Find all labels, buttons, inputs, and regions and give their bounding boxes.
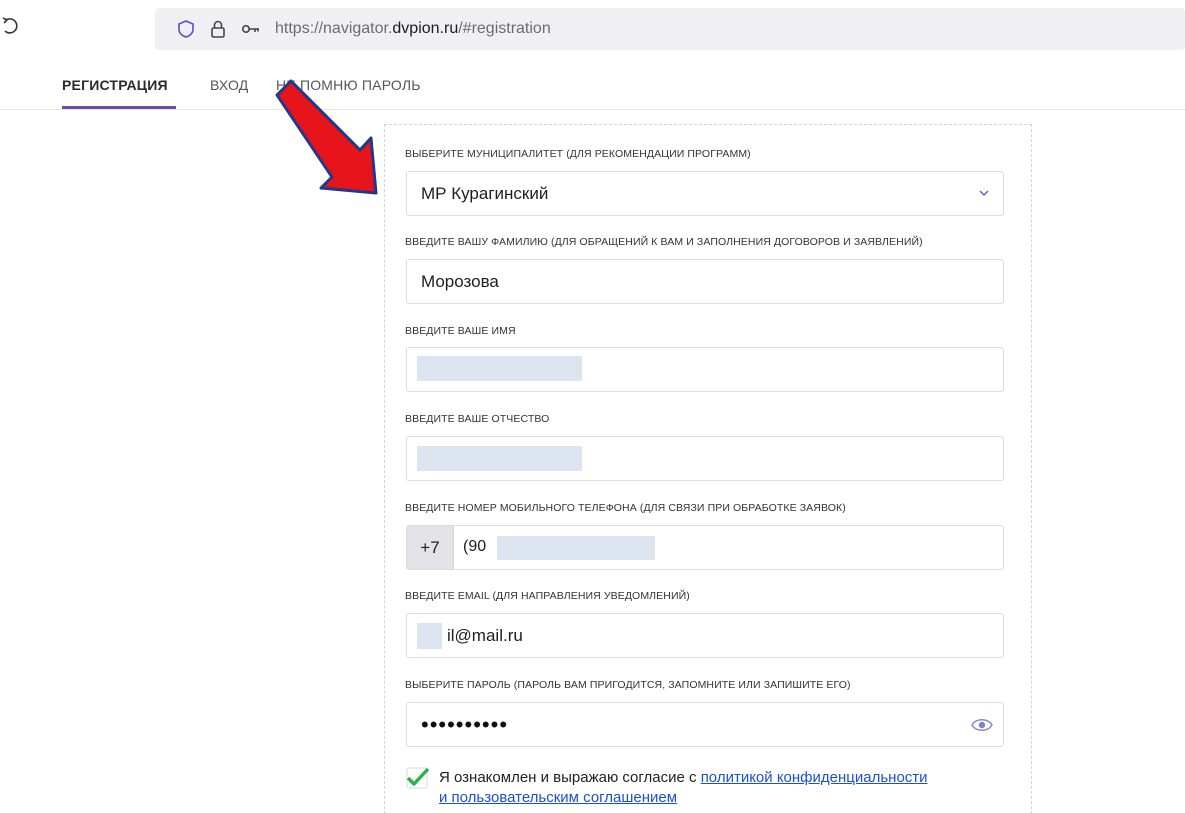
tab-forgot-password[interactable]: НЕ ПОМНЮ ПАРОЛЬ [276, 74, 421, 98]
active-tab-indicator [62, 106, 176, 109]
redacted-patronymic [417, 446, 582, 471]
tab-registration[interactable]: РЕГИСТРАЦИЯ [62, 74, 168, 98]
password-input[interactable]: •••••••••• [406, 702, 1004, 747]
email-label: ВВЕДИТЕ EMAIL (ДЛЯ НАПРАВЛЕНИЯ УВЕДОМЛЕН… [405, 590, 690, 602]
phone-input[interactable]: +7 (90 [406, 525, 1004, 570]
patronymic-input[interactable] [406, 436, 1004, 481]
tab-login[interactable]: ВХОД [210, 74, 248, 98]
name-label: ВВЕДИТЕ ВАШЕ ИМЯ [405, 325, 516, 337]
password-value: •••••••••• [421, 712, 509, 737]
surname-label: ВВЕДИТЕ ВАШУ ФАМИЛИЮ (ДЛЯ ОБРАЩЕНИЙ К ВА… [405, 236, 923, 248]
redacted-email-start [417, 623, 442, 649]
surname-input[interactable]: Морозова [406, 259, 1004, 304]
email-input[interactable]: il@mail.ru [406, 613, 1004, 658]
phone-label: ВВЕДИТЕ НОМЕР МОБИЛЬНОГО ТЕЛЕФОНА (ДЛЯ С… [405, 502, 846, 514]
email-value: il@mail.ru [447, 626, 523, 645]
patronymic-label: ВВЕДИТЕ ВАШЕ ОТЧЕСТВО [405, 413, 550, 425]
browser-address-bar: https://navigator.dvpion.ru/#registratio… [0, 0, 1185, 54]
user-agreement-link[interactable]: и пользовательским соглашением [439, 789, 677, 806]
name-input[interactable] [406, 347, 1004, 392]
consent-text: Я ознакомлен и выражаю согласие с полити… [439, 769, 928, 806]
auth-tabs: РЕГИСТРАЦИЯ ВХОД НЕ ПОМНЮ ПАРОЛЬ [0, 62, 1185, 110]
lock-icon[interactable] [208, 19, 228, 39]
redacted-phone [497, 536, 655, 560]
redacted-name [417, 356, 582, 381]
phone-country-code: +7 [407, 526, 454, 569]
url-field[interactable]: https://navigator.dvpion.ru/#registratio… [155, 8, 1185, 50]
key-icon[interactable] [241, 19, 261, 39]
surname-value: Морозова [421, 272, 499, 291]
phone-value: (90 [463, 538, 487, 555]
eye-icon[interactable] [971, 716, 993, 734]
password-label: ВЫБЕРИТЕ ПАРОЛЬ (ПАРОЛЬ ВАМ ПРИГОДИТСЯ, … [405, 679, 851, 691]
checkmark-icon[interactable] [406, 766, 430, 790]
shield-icon[interactable] [176, 19, 196, 39]
url-text: https://navigator.dvpion.ru/#registratio… [275, 20, 551, 37]
municipality-value: МР Курагинский [421, 184, 549, 203]
consent-checkbox[interactable]: Я ознакомлен и выражаю согласие с полити… [406, 766, 1026, 810]
reload-icon[interactable] [2, 14, 18, 38]
municipality-select[interactable]: МР Курагинский [406, 171, 1004, 216]
privacy-policy-link[interactable]: политикой конфиденциальности [701, 769, 928, 786]
chevron-down-icon[interactable] [977, 186, 991, 200]
municipality-label: ВЫБЕРИТЕ МУНИЦИПАЛИТЕТ (ДЛЯ РЕКОМЕНДАЦИИ… [405, 148, 751, 160]
